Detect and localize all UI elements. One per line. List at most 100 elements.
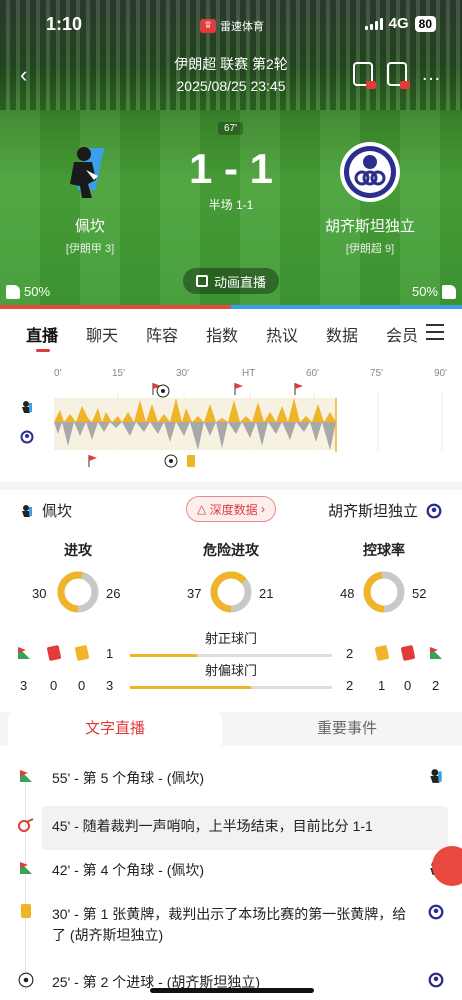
status-right: 4G 80 xyxy=(364,15,436,32)
status-app: 雷 雷速体育 xyxy=(200,18,264,34)
tab-text-live[interactable]: 文字直播 xyxy=(8,712,222,746)
home-yellow-card-icon xyxy=(74,644,90,662)
live-sub-tabs: 文字直播 重要事件 xyxy=(0,712,462,746)
stats-header: 佩坎 △ 深度数据 › 胡齐斯坦独立 xyxy=(0,496,462,524)
animation-live-button[interactable]: 动画直播 xyxy=(183,268,279,294)
deep-data-label: 深度数据 xyxy=(209,502,258,517)
like-ratio-away xyxy=(231,305,462,309)
away-like-button[interactable]: 50% xyxy=(412,284,456,299)
tab-data[interactable]: 数据 xyxy=(326,322,386,346)
more-icon[interactable]: … xyxy=(421,63,442,86)
tab-member[interactable]: 会员 xyxy=(386,322,420,346)
network-label: 4G xyxy=(388,15,409,32)
shots-off-away: 2 xyxy=(346,678,354,693)
home-team-small-icon xyxy=(22,401,32,413)
tab-chat[interactable]: 聊天 xyxy=(86,322,146,346)
stats-home-name: 佩坎 xyxy=(42,503,73,520)
stats-home-team: 佩坎 xyxy=(20,500,72,521)
donut-chart xyxy=(57,571,99,613)
shots-off-target-row: 射偏球门 3 2 3 0 0 1 0 2 xyxy=(0,663,462,700)
top-nav: ‹ 伊朗超 联赛 第2轮 2025/08/25 23:45 … xyxy=(0,52,462,100)
donut-chart xyxy=(363,571,405,613)
home-like-pct: 50% xyxy=(24,284,51,299)
away-corner-icon xyxy=(430,647,442,659)
home-red-card-icon xyxy=(46,644,62,662)
app-logo-icon: 雷 xyxy=(200,19,216,33)
away-yellow-count: 1 xyxy=(378,678,386,693)
chevron-right-icon: › xyxy=(257,502,265,516)
tab-lineup[interactable]: 阵容 xyxy=(146,322,206,346)
status-app-name: 雷速体育 xyxy=(220,21,264,33)
thumbs-up-icon xyxy=(6,284,20,299)
status-bar: 1:10 雷 雷速体育 4G 80 xyxy=(0,8,462,38)
away-team-name: 胡齐斯坦独立 xyxy=(324,218,415,235)
corner-flag-icon xyxy=(294,383,303,395)
battery-icon: 80 xyxy=(414,15,436,32)
shots-off-label: 射偏球门 xyxy=(204,663,257,678)
signal-icon xyxy=(364,17,383,30)
yellow-card-icon xyxy=(21,904,31,918)
momentum-chart xyxy=(54,392,443,452)
goal-ball-icon xyxy=(164,454,178,468)
events-timeline-line xyxy=(25,782,26,992)
home-team-name: 佩坎 xyxy=(74,218,105,235)
shots-off-home: 3 xyxy=(106,678,114,693)
status-time: 1:10 xyxy=(46,14,83,34)
event-text: 55' - 第 5 个角球 - (佩坎) xyxy=(52,770,205,786)
stat-label: 危险进攻 xyxy=(203,542,259,558)
score: 1 - 1 xyxy=(188,145,274,192)
stat-attack: 进攻 30 26 xyxy=(28,540,128,626)
corner-flag-icon xyxy=(234,383,243,395)
away-team-small-icon xyxy=(426,503,442,518)
away-team[interactable]: 胡齐斯坦独立 [伊朗超 9] xyxy=(300,140,440,256)
yellow-card-icon xyxy=(187,455,195,467)
home-red-count: 0 xyxy=(50,678,58,693)
goal-ball-icon xyxy=(18,972,34,988)
shots-off-fill xyxy=(130,686,252,689)
tab-odds[interactable]: 指数 xyxy=(206,322,266,346)
live-notify-icon[interactable] xyxy=(353,62,376,89)
event-text: 45' - 随着裁判一声哨响，上半场结束，目前比分 1-1 xyxy=(52,818,373,834)
stat-label: 控球率 xyxy=(363,542,405,558)
away-team-crest-icon xyxy=(340,142,400,202)
home-team[interactable]: 佩坎 [伊朗甲 3] xyxy=(20,140,160,256)
shots-off-bar xyxy=(130,686,332,689)
tab-key-events[interactable]: 重要事件 xyxy=(240,712,454,746)
halftime-score: 半场 1-1 xyxy=(208,198,254,212)
menu-icon[interactable] xyxy=(426,324,444,345)
corner-icon xyxy=(20,770,32,782)
stat-donut-row: 37 21 xyxy=(181,566,281,626)
event-text: 42' - 第 4 个角球 - (佩坎) xyxy=(52,862,205,878)
home-team-small-icon xyxy=(430,769,442,783)
tab-discussion[interactable]: 热议 xyxy=(266,322,326,346)
tab-live[interactable]: 直播 xyxy=(26,322,86,352)
stat-home-value: 37 xyxy=(187,586,202,601)
shots-on-fill xyxy=(130,654,198,657)
shots-on-home: 1 xyxy=(106,646,114,661)
screen-mode-icon[interactable] xyxy=(387,62,410,89)
nav-actions: … xyxy=(353,62,442,89)
away-red-card-icon xyxy=(400,644,416,662)
away-team-small-icon xyxy=(428,904,444,920)
match-header: 1:10 雷 雷速体育 4G 80 ‹ 伊朗超 联赛 第2轮 2025/08/2… xyxy=(0,0,462,305)
whistle-icon xyxy=(18,818,34,832)
deep-data-button[interactable]: △ 深度数据 › xyxy=(186,496,276,522)
stat-donut-row: 48 52 xyxy=(334,566,434,626)
away-like-pct: 50% xyxy=(411,284,438,299)
home-corner-icon xyxy=(18,647,30,659)
home-team-league: [伊朗甲 3] xyxy=(65,243,115,255)
stat-away-value: 21 xyxy=(259,586,274,601)
away-team-small-icon xyxy=(428,972,444,988)
floating-action-button[interactable] xyxy=(432,846,462,886)
donut-chart xyxy=(210,571,252,613)
away-corners-count: 2 xyxy=(432,678,440,693)
home-team-crest-icon xyxy=(70,147,105,198)
stat-possession: 控球率 48 52 xyxy=(334,540,434,626)
home-like-button[interactable]: 50% xyxy=(6,284,50,299)
animation-icon xyxy=(195,275,208,287)
shots-on-label: 射正球门 xyxy=(204,631,257,646)
warning-icon: △ xyxy=(197,502,210,516)
corner-flag-icon xyxy=(88,455,97,467)
stat-label: 进攻 xyxy=(64,542,92,558)
stat-away-value: 52 xyxy=(412,586,427,601)
